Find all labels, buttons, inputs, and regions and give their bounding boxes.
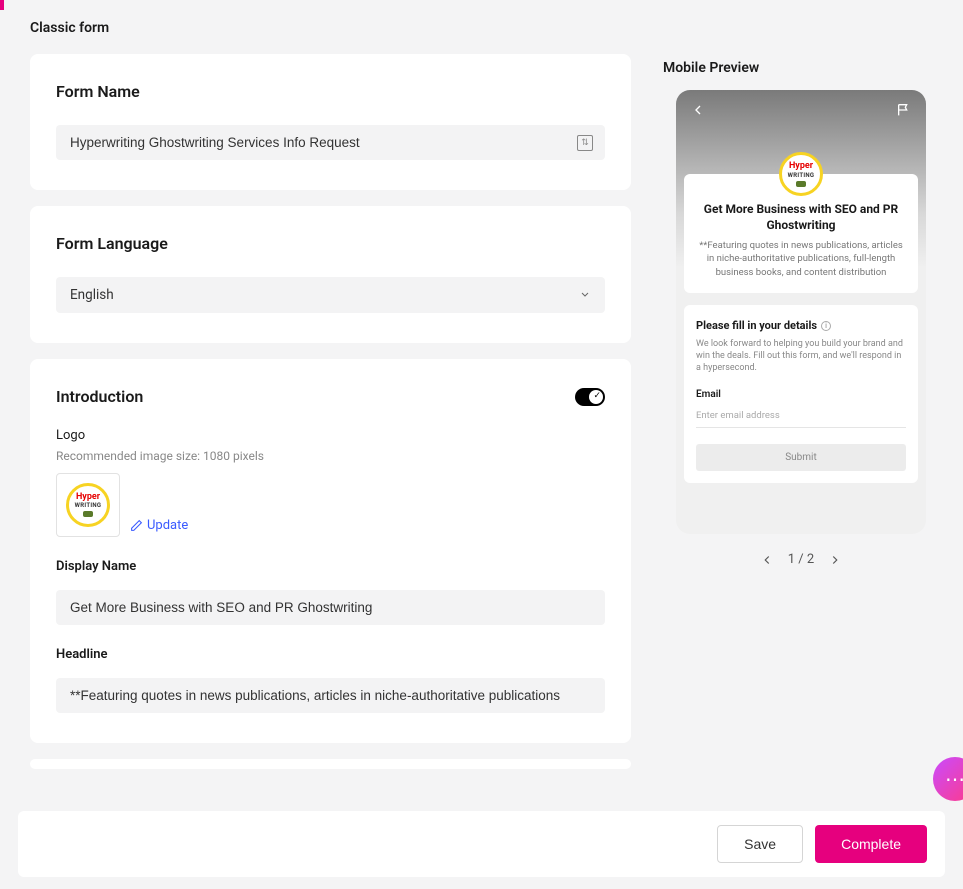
form-editor-column[interactable]: Form Name ⇅ Form Language English <box>30 54 635 799</box>
headline-label: Headline <box>56 647 605 662</box>
logo-hint: Recommended image size: 1080 pixels <box>56 449 605 463</box>
pager-prev-icon[interactable] <box>760 553 774 567</box>
complete-button[interactable]: Complete <box>815 825 927 863</box>
preview-logo-text-2: WRITING <box>788 172 815 179</box>
logo-thumbnail[interactable]: Hyper WRITING <box>56 473 120 537</box>
introduction-heading: Introduction <box>56 387 143 406</box>
preview-display-name: Get More Business with SEO and PR Ghostw… <box>696 202 906 233</box>
check-icon: ✓ <box>593 391 601 401</box>
page-title: Classic form <box>30 20 943 36</box>
flag-icon[interactable] <box>896 102 912 118</box>
preview-logo: Hyper WRITING <box>779 152 823 196</box>
info-icon: i <box>821 321 831 331</box>
form-language-select[interactable]: English <box>56 277 605 313</box>
preview-title: Mobile Preview <box>659 60 943 76</box>
form-name-heading: Form Name <box>56 82 605 101</box>
form-language-card: Form Language English <box>30 206 631 343</box>
preview-logo-accent <box>796 181 806 187</box>
introduction-toggle[interactable]: ✓ <box>575 388 605 406</box>
accent-bar <box>0 0 4 10</box>
logo-image: Hyper WRITING <box>66 483 110 527</box>
preview-form-desc: We look forward to helping you build you… <box>696 338 906 374</box>
preview-submit-button: Submit <box>696 444 906 471</box>
preview-pager: 1 / 2 <box>659 552 943 567</box>
update-logo-link[interactable]: Update <box>130 518 188 533</box>
form-name-action-icon[interactable]: ⇅ <box>577 135 593 151</box>
preview-headline: **Featuring quotes in news publications,… <box>696 239 906 279</box>
form-language-heading: Form Language <box>56 234 605 253</box>
back-icon[interactable] <box>690 102 706 118</box>
pencil-icon <box>130 519 143 532</box>
preview-logo-text-1: Hyper <box>789 161 813 171</box>
logo-text-1: Hyper <box>76 493 100 502</box>
preview-form-card: Please fill in your details i We look fo… <box>684 305 918 482</box>
footer-bar: Save Complete <box>18 811 945 877</box>
preview-column: Mobile Preview Hyper WRITING Get More Bu… <box>659 54 943 889</box>
save-button[interactable]: Save <box>717 825 803 863</box>
logo-text-2: WRITING <box>75 503 102 509</box>
next-card-peek <box>30 759 631 769</box>
pager-text: 1 / 2 <box>788 552 814 567</box>
logo-accent <box>83 511 93 517</box>
form-name-input[interactable] <box>56 125 605 160</box>
form-name-card: Form Name ⇅ <box>30 54 631 190</box>
introduction-card: Introduction ✓ Logo Recommended image si… <box>30 359 631 743</box>
preview-email-input: Enter email address <box>696 410 906 428</box>
display-name-label: Display Name <box>56 559 605 574</box>
logo-label: Logo <box>56 428 605 443</box>
preview-form-title: Please fill in your details <box>696 319 817 332</box>
display-name-input[interactable] <box>56 590 605 625</box>
mobile-preview: Hyper WRITING Get More Business with SEO… <box>676 90 926 534</box>
update-logo-label: Update <box>147 518 188 533</box>
preview-email-label: Email <box>696 389 906 400</box>
headline-input[interactable] <box>56 678 605 713</box>
pager-next-icon[interactable] <box>828 553 842 567</box>
